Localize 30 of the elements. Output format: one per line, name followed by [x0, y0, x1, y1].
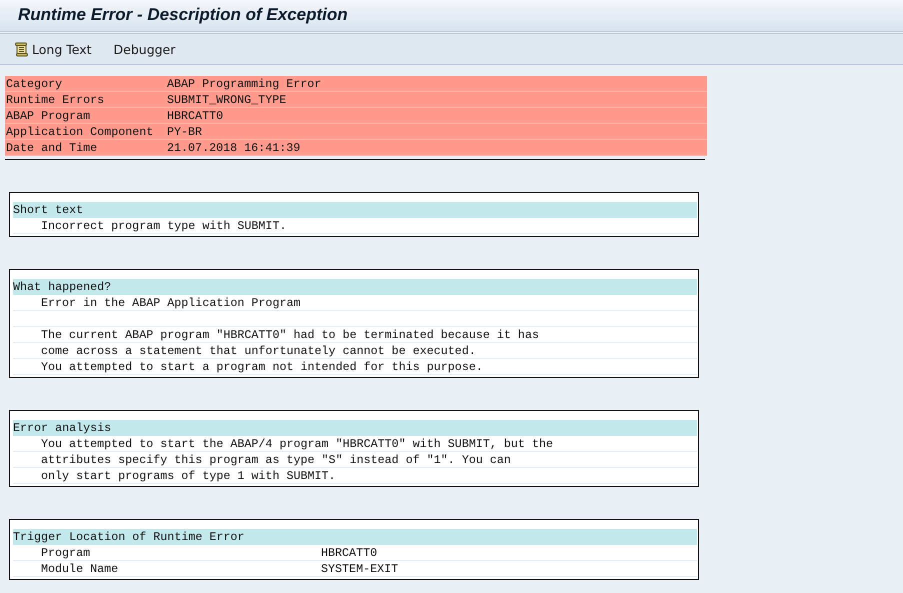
field-label: Runtime Errors	[6, 92, 106, 108]
window-title: Runtime Error - Description of Exception	[17, 4, 348, 25]
message-line: come across a statement that unfortunately cannot be executed.	[41, 343, 476, 358]
message-line: You attempted to start a program not intended for this purpose.	[41, 359, 483, 374]
field-label: Application Component	[6, 124, 154, 140]
toolbar-button[interactable]: Long Text	[14, 38, 92, 60]
message-line: Error in the ABAP Application Program	[41, 295, 301, 310]
toolbar-button[interactable]: Debugger	[114, 38, 176, 60]
field-label: Category	[6, 76, 64, 92]
field-label: Module Name	[41, 561, 120, 576]
section-heading: What happened?	[13, 279, 697, 295]
message-line: attributes specify this program as type "S" instead of "1". You can	[41, 452, 511, 467]
field-value: 21.07.2018 16:41:39	[167, 140, 302, 156]
field-label: Date and Time	[6, 140, 98, 156]
section-heading: Trigger Location of Runtime Error	[13, 529, 697, 545]
message-line: You attempted to start the ABAP/4 program "HBRCATT0" with SUBMIT, but the	[41, 436, 553, 451]
field-value: SYSTEM-EXIT	[321, 561, 398, 576]
section-heading: Error analysis	[13, 420, 697, 436]
field-value: HBRCATT0	[167, 108, 224, 124]
field-value: HBRCATT0	[321, 545, 378, 560]
message-line: only start programs of type 1 with SUBMIT.	[41, 468, 336, 483]
field-value: ABAP Programming Error	[167, 76, 322, 92]
field-label: ABAP Program	[6, 108, 92, 124]
field-value: SUBMIT_WRONG_TYPE	[167, 92, 288, 108]
message-line: Incorrect program type with SUBMIT.	[41, 218, 286, 233]
scroll-icon	[14, 42, 29, 56]
message-line: The current ABAP program "HBRCATT0" had to be terminated because it has	[41, 327, 539, 342]
field-value: PY-BR	[167, 124, 204, 140]
section-heading: Short text	[13, 202, 697, 218]
field-label: Program	[41, 545, 92, 560]
